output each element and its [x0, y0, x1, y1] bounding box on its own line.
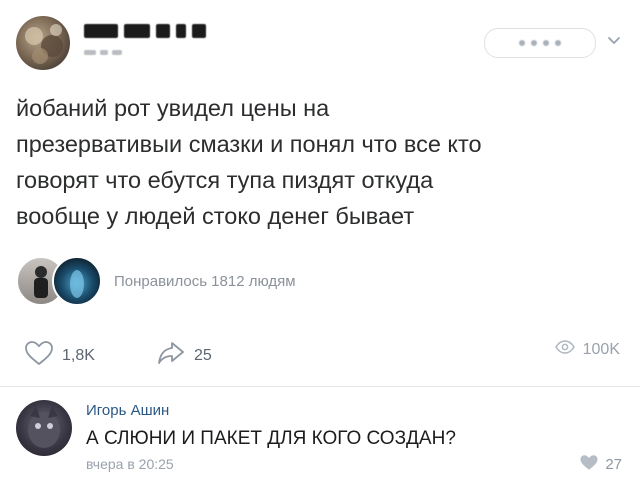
share-button[interactable]: 25: [156, 340, 212, 371]
post-text: йобаний рот увидел цены на презервативыи…: [16, 90, 624, 234]
liked-by-text[interactable]: Понравилось 1812 людям: [114, 273, 296, 290]
comment: Игорь Ашин А СЛЮНИ И ПАКЕТ ДЛЯ КОГО СОЗД…: [16, 398, 624, 478]
comment-author-name[interactable]: Игорь Ашин: [86, 402, 169, 419]
share-icon: [156, 340, 186, 371]
comment-timestamp[interactable]: вчера в 20:25: [86, 456, 174, 472]
share-count: 25: [194, 346, 212, 364]
chevron-down-icon[interactable]: [606, 32, 622, 48]
views-counter: 100K: [554, 340, 620, 359]
liker-avatar[interactable]: [52, 256, 102, 306]
post-header: [16, 14, 624, 74]
post-text-line: говорят что ебутся тупа пиздят откуда: [16, 167, 434, 193]
follow-button[interactable]: [484, 28, 596, 58]
heart-icon: [579, 454, 599, 475]
comment-like-count: 27: [605, 456, 622, 473]
like-count: 1,8K: [62, 346, 95, 364]
like-button[interactable]: 1,8K: [24, 340, 95, 371]
post-meta-redacted: [84, 50, 122, 55]
post-text-line: вообще у людей стоко денег бывает: [16, 203, 415, 229]
post-text-line: йобаний рот увидел цены на: [16, 95, 330, 121]
post-actions: 1,8K 25 100K: [16, 340, 624, 376]
comment-author-avatar[interactable]: [16, 400, 72, 456]
author-avatar[interactable]: [16, 16, 70, 70]
author-name-redacted[interactable]: [84, 22, 206, 40]
heart-icon: [24, 340, 54, 371]
divider: [0, 386, 640, 387]
views-count: 100K: [582, 340, 620, 358]
liked-by-row[interactable]: Понравилось 1812 людям: [16, 256, 296, 306]
post-text-line: презервативыи смазки и понял что все кто: [16, 131, 482, 157]
comment-text: А СЛЮНИ И ПАКЕТ ДЛЯ КОГО СОЗДАН?: [86, 428, 456, 449]
comment-like-button[interactable]: 27: [579, 454, 622, 475]
eye-icon: [554, 340, 575, 359]
